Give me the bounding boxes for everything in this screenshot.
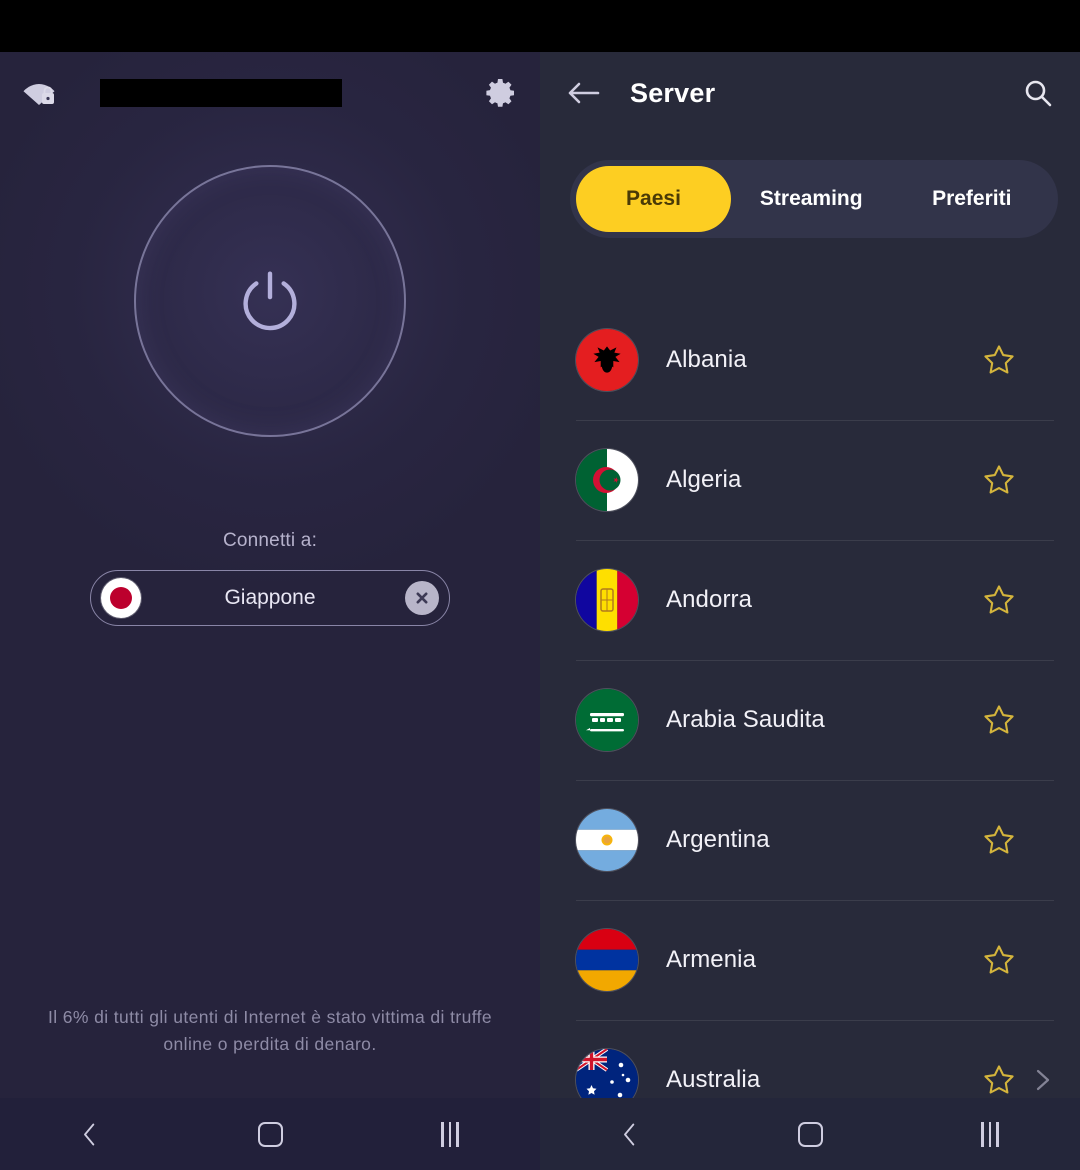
nav-recents-icon[interactable] [958,1111,1022,1157]
list-item[interactable]: Albania [540,300,1080,420]
search-icon[interactable] [1022,77,1054,109]
selected-server-pill[interactable]: Giappone [90,570,450,626]
tab-streaming[interactable]: Streaming [731,166,892,232]
chevron-right-icon[interactable] [1032,1067,1054,1093]
tab-paesi[interactable]: Paesi [576,166,731,232]
country-name: Armenia [666,946,757,973]
server-category-tabs: Paesi Streaming Preferiti [570,160,1058,238]
security-tip-text: Il 6% di tutti gli utenti di Internet è … [47,1007,493,1054]
android-navbar-left [0,1098,540,1170]
right-app-bar: Server [540,52,1080,134]
phone-screenshot: Connetti a: Giappone Il 6% di tutti gli … [0,0,1080,1170]
wifi-lock-icon [22,78,56,108]
nav-back-icon[interactable] [58,1111,122,1157]
list-item[interactable]: Arabia Saudita [540,660,1080,780]
connect-to-label: Connetti a: [222,530,318,551]
country-name: Argentina [666,826,770,853]
redacted-account-name [100,79,342,107]
favorite-star-icon[interactable] [982,583,1016,617]
flag-ar-icon [576,809,638,871]
flag-dz-icon [576,449,638,511]
nav-recents-icon[interactable] [418,1111,482,1157]
gear-icon[interactable] [484,76,518,110]
close-circle-icon[interactable] [405,581,439,615]
server-list-panel: Server Paesi Streaming Preferiti Albania… [540,52,1080,1170]
country-name: Albania [666,346,747,373]
country-name: Algeria [666,466,742,493]
android-navbar-right [540,1098,1080,1170]
left-app-bar [0,52,540,134]
selected-server-name: Giappone [224,586,316,609]
flag-al-icon [576,329,638,391]
country-name: Andorra [666,586,753,613]
tab-preferiti[interactable]: Preferiti [892,166,1053,232]
favorite-star-icon[interactable] [982,463,1016,497]
favorite-star-icon[interactable] [982,343,1016,377]
flag-sa-icon [576,689,638,751]
favorite-star-icon[interactable] [982,823,1016,857]
country-name: Arabia Saudita [666,706,825,733]
favorite-star-icon[interactable] [982,703,1016,737]
nav-home-icon[interactable] [238,1111,302,1157]
list-item[interactable]: Armenia [540,900,1080,1020]
status-bar-redacted [0,0,1080,52]
list-item[interactable]: Algeria [540,420,1080,540]
arrow-left-icon[interactable] [566,79,600,107]
flag-ad-icon [576,569,638,631]
vpn-power-button[interactable] [134,165,406,437]
vpn-home-panel: Connetti a: Giappone Il 6% di tutti gli … [0,52,540,1170]
power-icon [243,271,297,331]
nav-back-icon[interactable] [598,1111,662,1157]
country-name: Australia [666,1066,761,1093]
nav-home-icon[interactable] [778,1111,842,1157]
power-button-area [0,136,540,466]
page-title: Server [630,77,716,108]
flag-am-icon [576,929,638,991]
favorite-star-icon[interactable] [982,1063,1016,1097]
favorite-star-icon[interactable] [982,943,1016,977]
list-item[interactable]: Argentina [540,780,1080,900]
flag-jp-icon [101,578,141,618]
country-list[interactable]: Albania Algeria Andorra Arabia Saudita A… [540,300,1080,1150]
list-item[interactable]: Andorra [540,540,1080,660]
